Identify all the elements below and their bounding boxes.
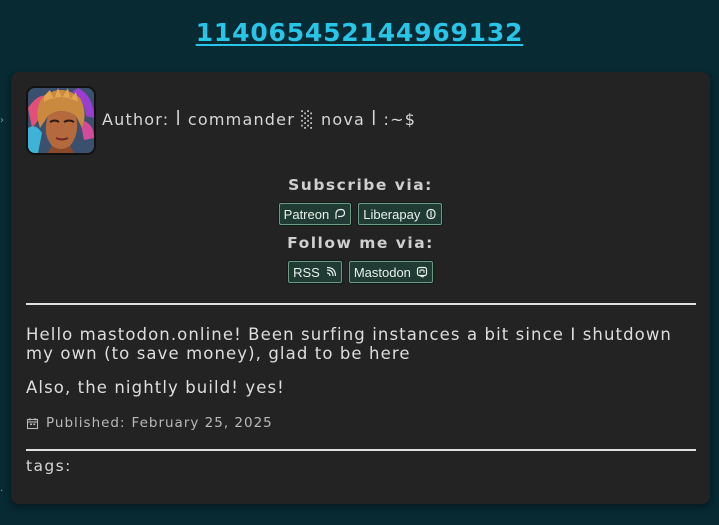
follow-heading: Follow me via:	[287, 234, 434, 252]
divider	[26, 449, 696, 451]
liberapay-button[interactable]: Liberapay	[358, 203, 443, 225]
published-line: Published: February 25, 2025	[26, 415, 273, 431]
post-id-link[interactable]: 114065452144969132	[0, 18, 719, 47]
mastodon-label: Mastodon	[353, 264, 411, 280]
rss-button[interactable]: RSS	[288, 261, 342, 283]
subscribe-heading: Subscribe via:	[288, 176, 433, 194]
author-avatar[interactable]	[26, 86, 96, 155]
post-paragraph: Also, the nightly build! yes!	[26, 378, 285, 397]
rss-label: RSS	[293, 264, 320, 280]
avatar-illustration	[28, 88, 94, 153]
published-label: Published:	[46, 415, 126, 431]
calendar-icon	[26, 417, 39, 430]
subscribe-buttons: Patreon Liberapay	[11, 203, 710, 225]
edge-artifact: ›	[0, 115, 4, 126]
patreon-button[interactable]: Patreon	[278, 203, 352, 225]
follow-buttons: RSS Mastodon	[11, 261, 710, 283]
tags-label: tags:	[26, 457, 72, 475]
rss-icon	[325, 266, 337, 278]
liberapay-icon	[425, 208, 437, 220]
post-paragraph: Hello mastodon.online! Been surfing inst…	[26, 325, 672, 363]
patreon-icon	[334, 208, 346, 220]
author-label: Author:	[102, 110, 170, 129]
liberapay-label: Liberapay	[363, 206, 421, 222]
patreon-label: Patreon	[283, 206, 330, 222]
divider	[26, 303, 696, 305]
author-name[interactable]: ꟾ commander ░ nova ꟾ :~$	[176, 110, 416, 129]
published-date: February 25, 2025	[131, 415, 273, 431]
edge-artifact: ·	[0, 486, 4, 497]
mastodon-button[interactable]: Mastodon	[348, 261, 433, 283]
mastodon-icon	[416, 266, 428, 278]
page: 114065452144969132 › · Author: ꟾ command	[0, 0, 719, 525]
author-line: Author: ꟾ commander ░ nova ꟾ :~$	[102, 110, 416, 129]
post-card: Author: ꟾ commander ░ nova ꟾ :~$ Subscri…	[11, 72, 710, 504]
